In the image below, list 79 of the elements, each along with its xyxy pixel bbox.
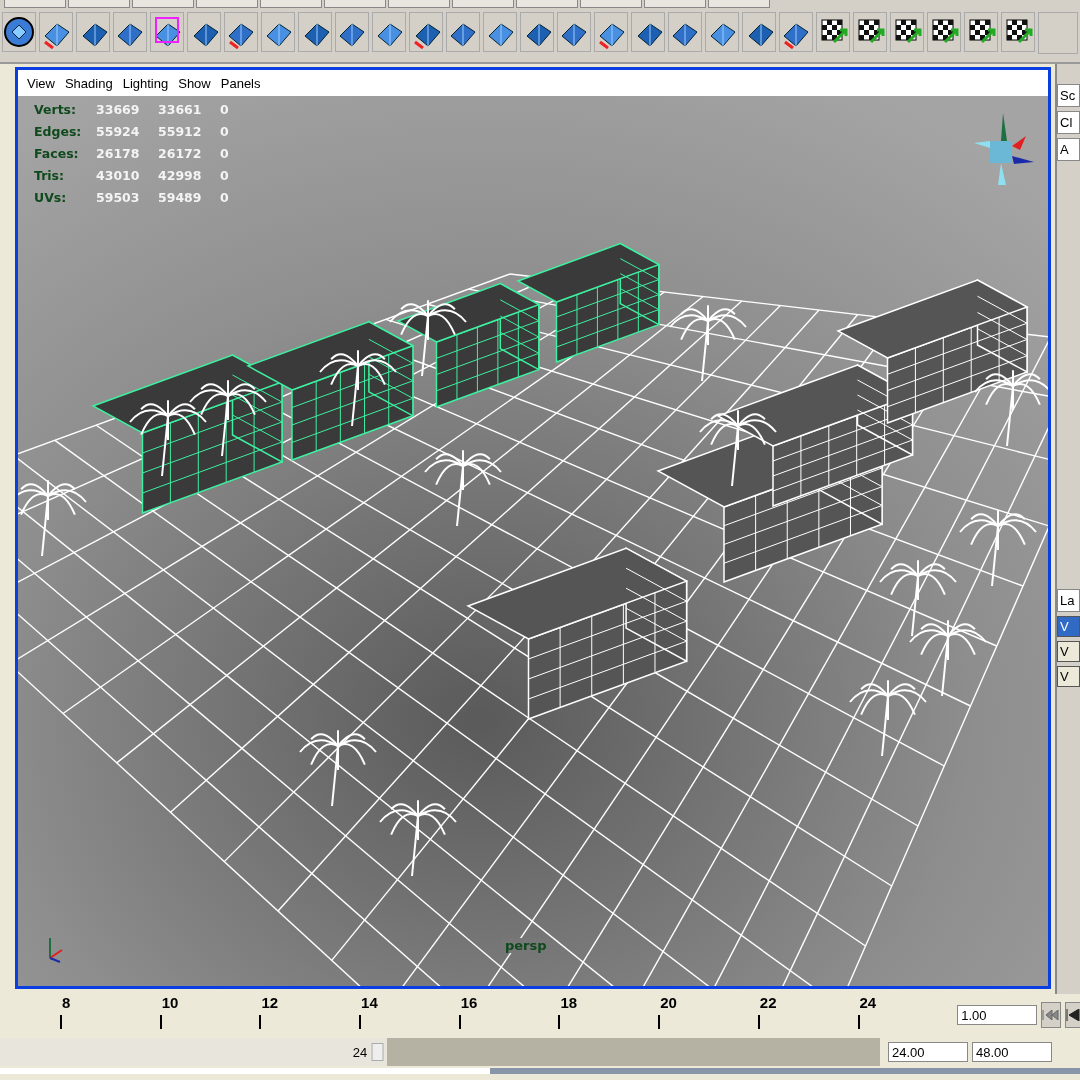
shelf-tool-icon[interactable] bbox=[890, 12, 924, 52]
shelf-tool-icon[interactable] bbox=[927, 12, 961, 52]
shelf-tool-icon[interactable] bbox=[335, 12, 369, 52]
rewind-icon bbox=[1042, 1010, 1061, 1020]
layer-row[interactable]: V bbox=[1057, 616, 1080, 637]
stat-value: 43010 bbox=[96, 168, 140, 183]
panel-label: A bbox=[1057, 138, 1080, 161]
stat-value: 0 bbox=[220, 190, 229, 205]
menu-item[interactable]: Panels bbox=[215, 75, 266, 91]
shelf-tool-icon[interactable] bbox=[298, 12, 332, 52]
menu-item[interactable]: View bbox=[22, 75, 60, 91]
stat-value: 59503 bbox=[96, 190, 140, 205]
shelf-tool-icon[interactable] bbox=[39, 12, 73, 52]
shelf-tool-icon[interactable] bbox=[964, 12, 998, 52]
shelf-tool-icon[interactable] bbox=[76, 12, 110, 52]
stat-value: 26172 bbox=[158, 146, 202, 161]
stat-value: 33661 bbox=[158, 102, 202, 117]
shelf-tool-icon[interactable] bbox=[224, 12, 258, 52]
stat-value: 26178 bbox=[96, 146, 140, 161]
shelf-tool-icon[interactable] bbox=[409, 12, 443, 52]
frame-number: 12 bbox=[260, 994, 279, 1011]
frame-number: 24 bbox=[858, 994, 877, 1011]
range-handle[interactable] bbox=[371, 1043, 384, 1061]
menu-item[interactable]: Shading bbox=[59, 75, 118, 91]
stat-value: 42998 bbox=[158, 168, 202, 183]
frame-number: 8 bbox=[61, 994, 71, 1011]
stat-label: Faces: bbox=[34, 146, 79, 161]
stat-value: 0 bbox=[220, 146, 229, 161]
stat-label: Verts: bbox=[34, 102, 77, 117]
axis-icon bbox=[49, 937, 63, 963]
menu-item[interactable]: Lighting bbox=[117, 75, 174, 91]
stat-value: 59489 bbox=[158, 190, 202, 205]
shelf-tool-icon[interactable] bbox=[187, 12, 221, 52]
shelf-tool-icon[interactable] bbox=[446, 12, 480, 52]
range-start-field[interactable]: 24.00 bbox=[888, 1042, 968, 1062]
range-end-label: 24 bbox=[352, 1044, 368, 1060]
stat-label: Edges: bbox=[34, 124, 82, 139]
current-time-field[interactable]: 1.00 bbox=[957, 1005, 1038, 1025]
shelf-tool-icon[interactable] bbox=[520, 12, 554, 52]
shelf-tool-icon[interactable] bbox=[1001, 12, 1035, 52]
shelf-tool-icon[interactable] bbox=[668, 12, 702, 52]
shelf-tool-icon[interactable] bbox=[261, 12, 295, 52]
menu-item[interactable]: Show bbox=[173, 75, 216, 91]
panel-label: Cl bbox=[1057, 111, 1080, 134]
stat-value: 0 bbox=[220, 102, 229, 117]
stat-label: UVs: bbox=[34, 190, 67, 205]
frame-number: 18 bbox=[559, 994, 578, 1011]
frame-number: 14 bbox=[360, 994, 378, 1011]
stat-value: 55912 bbox=[158, 124, 202, 139]
panel-label: La bbox=[1057, 589, 1080, 612]
shelf-tool-icon[interactable] bbox=[594, 12, 628, 52]
shelf-tool-icon[interactable] bbox=[853, 12, 887, 52]
frame-number: 22 bbox=[758, 994, 777, 1011]
stat-value: 0 bbox=[220, 124, 229, 139]
step-back-button[interactable] bbox=[1065, 1002, 1080, 1028]
step-back-icon bbox=[1066, 1009, 1080, 1021]
frame-number: 20 bbox=[659, 994, 677, 1011]
panel-label: Sc bbox=[1057, 84, 1080, 107]
stat-value: 55924 bbox=[96, 124, 140, 139]
frame-number: 10 bbox=[160, 994, 179, 1011]
stat-value: 0 bbox=[220, 168, 229, 183]
range-slider[interactable]: 24 bbox=[0, 1038, 880, 1066]
range-end-field[interactable]: 48.00 bbox=[972, 1042, 1052, 1062]
rewind-button[interactable] bbox=[1041, 1002, 1062, 1028]
shelf-tool-icon[interactable] bbox=[372, 12, 406, 52]
stat-label: Tris: bbox=[34, 168, 65, 183]
layer-row[interactable]: V bbox=[1057, 666, 1080, 687]
shelf-tool-icon[interactable] bbox=[816, 12, 850, 52]
shelf-tool-icon[interactable] bbox=[705, 12, 739, 52]
frame-number: 16 bbox=[459, 994, 478, 1011]
shelf-tool-icon[interactable] bbox=[2, 12, 36, 52]
layer-row[interactable]: V bbox=[1057, 641, 1080, 662]
shelf-tool-icon[interactable] bbox=[631, 12, 665, 52]
stat-value: 33669 bbox=[96, 102, 140, 117]
shelf-tool-icon[interactable] bbox=[779, 12, 813, 52]
shelf-tool-icon[interactable] bbox=[483, 12, 517, 52]
shelf-tool-icon[interactable] bbox=[557, 12, 591, 52]
shelf-tool-icon[interactable] bbox=[113, 12, 147, 52]
shelf-tool-icon[interactable] bbox=[742, 12, 776, 52]
